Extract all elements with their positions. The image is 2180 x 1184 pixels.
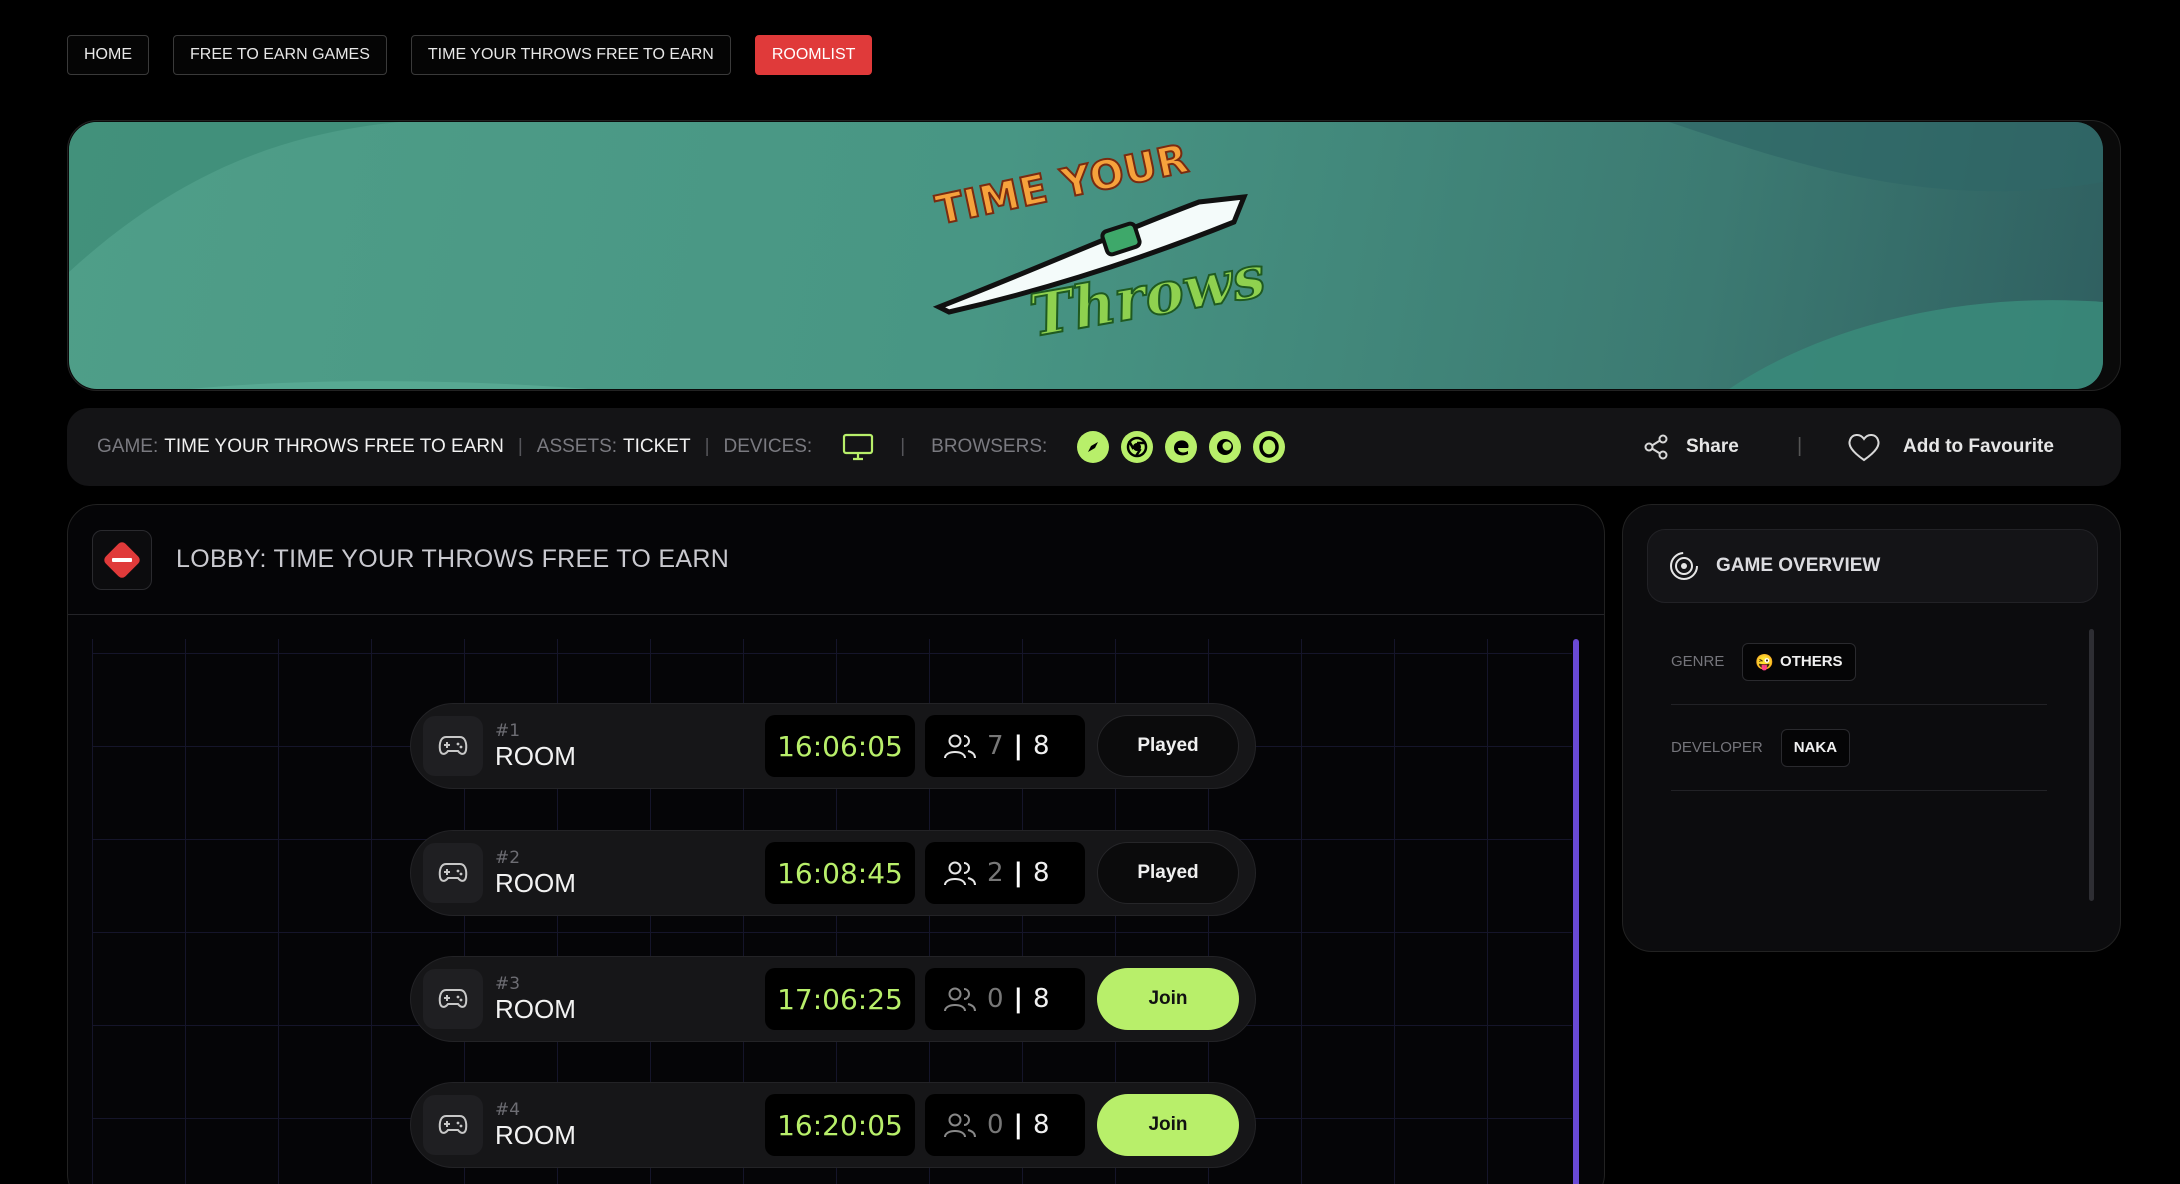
room-number: #2 [495,847,521,868]
firefox-icon [1209,431,1242,463]
game-info-bar: GAME: TIME YOUR THROWS FREE TO EARN | AS… [67,408,2121,486]
room-players: 7 | 8 [925,715,1085,777]
room-time: 16:20:05 [765,1094,915,1156]
game-banner-frame: TIME YOUR Throws [67,120,2121,391]
devices-label: DEVICES: [723,436,813,457]
room-meta: #1 ROOM [495,721,765,772]
lobby-scrollbar[interactable] [1573,639,1579,1184]
room-meta: #4 ROOM [495,1100,765,1151]
room-time: 16:08:45 [765,842,915,904]
game-banner: TIME YOUR Throws [69,122,2103,389]
users-icon [944,1113,976,1138]
player-count: 0 [987,1110,1004,1140]
join-button[interactable]: Join [1097,968,1239,1030]
room-number: #1 [495,720,521,741]
genre-row: GENRE 😜 OTHERS [1671,619,2047,705]
player-max: 8 [1033,984,1050,1014]
player-max: 8 [1033,858,1050,888]
divider: | [1013,858,1024,888]
genre-emoji-icon: 😜 [1755,653,1775,671]
genre-label: GENRE [1671,653,1725,670]
divider: | [1013,731,1024,761]
genre-value: OTHERS [1780,653,1843,670]
room-number: #3 [495,973,521,994]
lobby-header: LOBBY: TIME YOUR THROWS FREE TO EARN [68,505,1604,615]
lobby-panel: LOBBY: TIME YOUR THROWS FREE TO EARN #1 … [67,504,1605,1184]
gamepad-icon [423,1095,483,1155]
played-button[interactable]: Played [1097,842,1239,904]
genre-tag[interactable]: 😜 OTHERS [1742,642,1856,681]
player-max: 8 [1033,731,1050,761]
room-row: #3 ROOM 17:06:25 0 | 8 Join [410,956,1256,1042]
game-overview-panel: GAME OVERVIEW GENRE 😜 OTHERS DEVELOPER N… [1622,504,2121,952]
assets-label: ASSETS: [536,436,618,457]
browsers-label: BROWSERS: [931,436,1048,457]
users-icon [944,861,976,886]
room-name: ROOM [495,993,576,1024]
join-button[interactable]: Join [1097,1094,1239,1156]
room-name: ROOM [495,1119,576,1150]
edge-icon [1165,431,1198,463]
divider: | [900,436,906,457]
target-icon [1670,552,1698,580]
room-players: 0 | 8 [925,1094,1085,1156]
share-icon [1644,434,1668,460]
breadcrumb-home[interactable]: HOME [67,35,149,75]
favourite-label: Add to Favourite [1903,436,2054,457]
player-max: 8 [1033,1110,1050,1140]
lobby-title: LOBBY: TIME YOUR THROWS FREE TO EARN [176,545,730,573]
divider: | [704,436,710,457]
browser-list [1077,431,1286,463]
assets-value: TICKET [623,436,691,457]
game-overview-header[interactable]: GAME OVERVIEW [1647,529,2098,603]
room-meta: #3 ROOM [495,974,765,1025]
room-players: 2 | 8 [925,842,1085,904]
gamepad-icon [423,716,483,776]
developer-tag[interactable]: NAKA [1780,728,1851,767]
room-meta: #2 ROOM [495,848,765,899]
gamepad-icon [423,843,483,903]
share-button[interactable]: Share [1642,408,1739,486]
developer-row: DEVELOPER NAKA [1671,705,2047,791]
heart-icon [1848,434,1880,462]
player-count: 2 [987,858,1004,888]
room-time: 17:06:25 [765,968,915,1030]
breadcrumb-roomlist[interactable]: ROOMLIST [754,35,873,75]
chrome-icon [1121,431,1154,463]
safari-icon [1077,431,1110,463]
breadcrumb-game[interactable]: TIME YOUR THROWS FREE TO EARN [410,35,731,75]
breadcrumb-free-to-earn-games[interactable]: FREE TO EARN GAMES [173,35,387,75]
room-name: ROOM [495,867,576,898]
room-name: ROOM [495,740,576,771]
game-label: GAME: [97,436,159,457]
divider: | [1797,435,1803,457]
divider: | [1013,1110,1024,1140]
developer-label: DEVELOPER [1671,739,1763,756]
room-number: #4 [495,1099,521,1120]
room-row: #2 ROOM 16:08:45 2 | 8 Played [410,830,1256,916]
breadcrumb: HOME FREE TO EARN GAMES TIME YOUR THROWS… [67,35,873,75]
divider: | [517,436,523,457]
player-count: 7 [987,731,1004,761]
overview-scrollbar[interactable] [2089,629,2094,901]
gamepad-icon [423,969,483,1029]
room-row: #1 ROOM 16:06:05 7 | 8 Played [410,703,1256,789]
users-icon [944,987,976,1012]
add-to-favourite-button[interactable]: Add to Favourite [1847,408,2054,486]
game-overview-title: GAME OVERVIEW [1716,555,1881,576]
room-players: 0 | 8 [925,968,1085,1030]
room-time: 16:06:05 [765,715,915,777]
lobby-logo-icon [92,529,152,590]
played-button[interactable]: Played [1097,715,1239,777]
desktop-icon [842,433,874,461]
game-value: TIME YOUR THROWS FREE TO EARN [164,436,504,457]
room-row: #4 ROOM 16:20:05 0 | 8 Join [410,1082,1256,1168]
opera-icon [1253,431,1286,463]
divider: | [1013,984,1024,1014]
users-icon [944,734,976,759]
player-count: 0 [987,984,1004,1014]
share-label: Share [1686,436,1739,457]
